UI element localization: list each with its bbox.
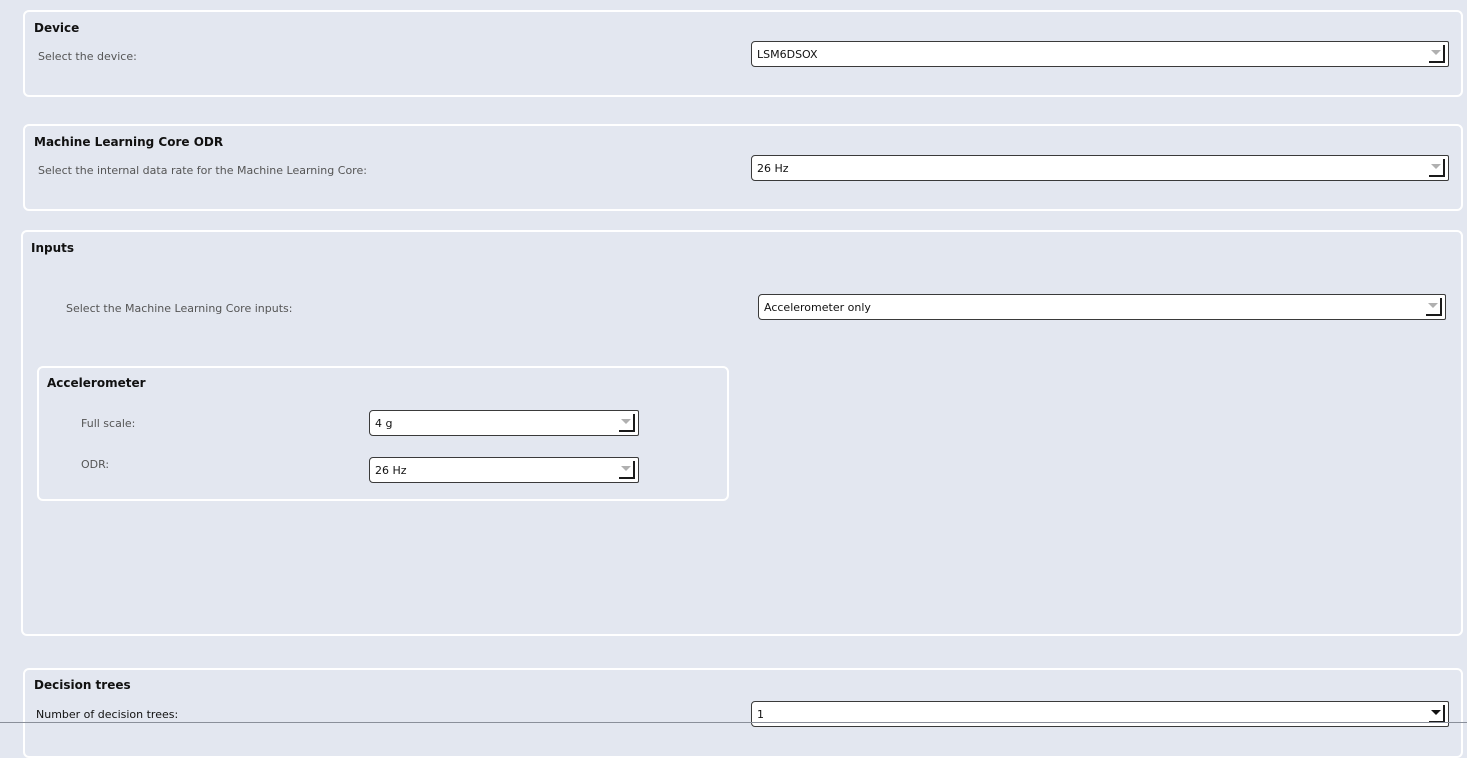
chevron-down-icon[interactable] <box>619 414 635 432</box>
chevron-down-icon[interactable] <box>1429 705 1445 723</box>
decision-trees-select-value: 1 <box>757 708 764 721</box>
inputs-select[interactable]: Accelerometer only <box>758 294 1446 320</box>
inputs-select-value: Accelerometer only <box>764 301 871 314</box>
device-label: Select the device: <box>38 50 137 63</box>
accelerometer-title: Accelerometer <box>47 376 146 390</box>
inputs-label: Select the Machine Learning Core inputs: <box>66 302 293 315</box>
chevron-down-icon[interactable] <box>1426 298 1442 316</box>
device-select[interactable]: LSM6DSOX <box>751 41 1449 67</box>
odr-label: ODR: <box>81 458 110 471</box>
mlc-odr-select[interactable]: 26 Hz <box>751 155 1449 181</box>
decision-trees-panel: Decision trees Number of decision trees:… <box>23 668 1463 758</box>
chevron-down-icon[interactable] <box>1429 45 1445 63</box>
accelerometer-odr-select[interactable]: 26 Hz <box>369 457 639 483</box>
full-scale-label: Full scale: <box>81 417 136 430</box>
mlc-odr-label: Select the internal data rate for the Ma… <box>38 164 367 177</box>
inputs-title: Inputs <box>31 241 75 255</box>
chevron-down-icon[interactable] <box>1429 159 1445 177</box>
full-scale-select[interactable]: 4 g <box>369 410 639 436</box>
device-select-value: LSM6DSOX <box>757 48 818 61</box>
device-title: Device <box>34 21 80 35</box>
chevron-down-icon[interactable] <box>619 461 635 479</box>
mlc-odr-panel: Machine Learning Core ODR Select the int… <box>23 124 1463 211</box>
decision-trees-title: Decision trees <box>34 678 131 692</box>
mlc-odr-title: Machine Learning Core ODR <box>34 135 224 149</box>
inputs-panel: Inputs Select the Machine Learning Core … <box>21 230 1463 636</box>
full-scale-select-value: 4 g <box>375 417 393 430</box>
decision-trees-select[interactable]: 1 <box>751 701 1449 727</box>
accelerometer-panel: Accelerometer Full scale: 4 g ODR: 26 Hz <box>37 366 729 501</box>
device-panel: Device Select the device: LSM6DSOX <box>23 10 1463 97</box>
mlc-odr-select-value: 26 Hz <box>757 162 789 175</box>
accelerometer-odr-select-value: 26 Hz <box>375 464 407 477</box>
decision-trees-label: Number of decision trees: <box>36 708 179 721</box>
bottom-divider <box>0 722 1467 723</box>
